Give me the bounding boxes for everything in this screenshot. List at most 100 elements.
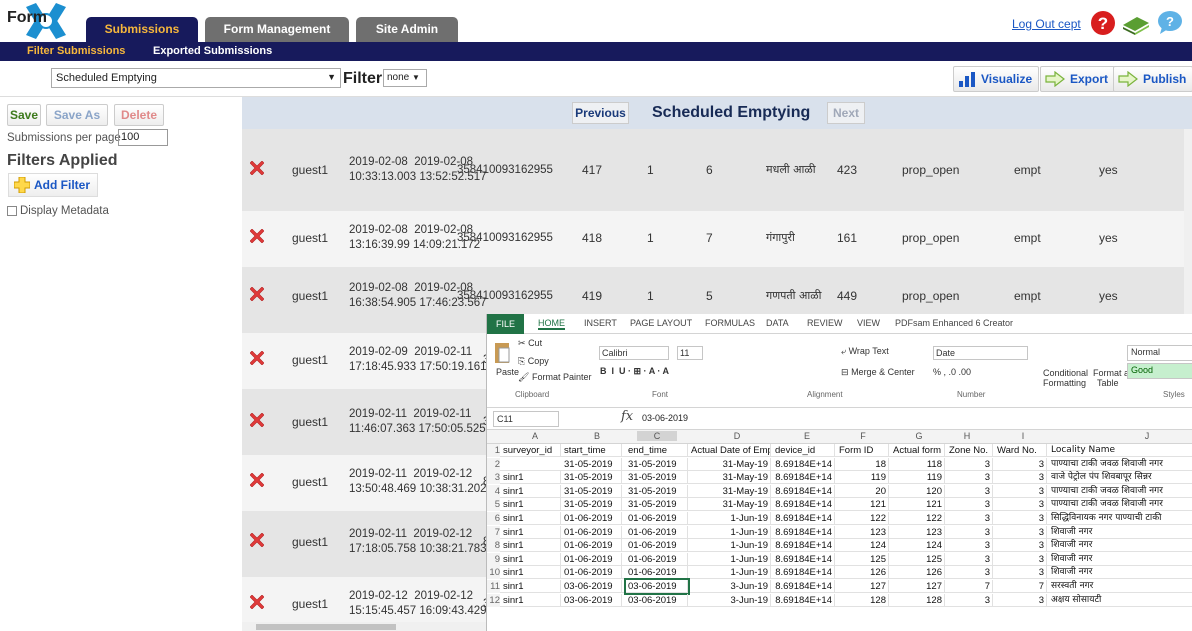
table-row[interactable]: guest1 2019-02-08 2019-02-08 10:33:13.00… bbox=[242, 143, 1192, 199]
excel-tab-view[interactable]: VIEW bbox=[857, 318, 880, 328]
spreadsheet-cell[interactable]: 31-05-2019 bbox=[562, 457, 622, 471]
spreadsheet-cell[interactable]: Actual form bbox=[891, 444, 945, 457]
visualize-button[interactable]: Visualize bbox=[953, 66, 1040, 92]
formula-input[interactable]: 03-06-2019 bbox=[642, 413, 688, 423]
book-icon[interactable] bbox=[1121, 11, 1151, 35]
spreadsheet-cell[interactable]: 127 bbox=[837, 580, 889, 593]
format-painter-button[interactable]: 🖌 Format Painter bbox=[518, 372, 591, 383]
spreadsheet-cell[interactable]: 3 bbox=[995, 525, 1047, 539]
spreadsheet-cell[interactable]: 118 bbox=[891, 457, 945, 471]
tab-site-admin[interactable]: Site Admin bbox=[356, 17, 458, 42]
delete-row-icon[interactable] bbox=[250, 351, 264, 365]
cut-button[interactable]: ✂ Cut bbox=[518, 338, 542, 349]
spreadsheet-cell[interactable]: 31-May-19 bbox=[689, 498, 771, 512]
spreadsheet-cell[interactable]: 3 bbox=[947, 512, 993, 525]
spreadsheet-cell[interactable]: surveyor_id bbox=[501, 444, 561, 457]
name-box[interactable]: C11 bbox=[493, 411, 559, 427]
spreadsheet-cell[interactable]: 3 bbox=[995, 552, 1047, 566]
subnav-exported-submissions[interactable]: Exported Submissions bbox=[153, 45, 272, 57]
filter-select[interactable]: none ▼ bbox=[383, 69, 427, 87]
spreadsheet-cell[interactable]: 8.69184E+14 bbox=[773, 498, 835, 512]
spreadsheet-cell[interactable]: 1-Jun-19 bbox=[689, 525, 771, 539]
spreadsheet-cell[interactable]: 124 bbox=[837, 539, 889, 553]
add-filter-button[interactable]: Add Filter bbox=[8, 173, 98, 197]
spreadsheet-cell[interactable]: पाण्याचा टाकी जवळ शिवाजी नगर bbox=[1049, 498, 1192, 511]
scroll-thumb[interactable] bbox=[256, 624, 396, 630]
spreadsheet-cell[interactable]: sinr1 bbox=[501, 484, 561, 498]
spreadsheet-cell[interactable]: 8.69184E+14 bbox=[773, 580, 835, 593]
delete-row-icon[interactable] bbox=[250, 229, 264, 243]
spreadsheet-cell[interactable]: शिवाजी नगर bbox=[1049, 553, 1192, 566]
excel-tab-insert[interactable]: INSERT bbox=[584, 318, 617, 328]
spreadsheet-cell[interactable]: Actual Date of Emp bbox=[689, 444, 771, 457]
table-row[interactable]: guest1 2019-02-08 2019-02-08 13:16:39.99… bbox=[242, 211, 1192, 267]
spreadsheet-cell[interactable]: सिद्धिविनायक नगर पाण्याची टाकी bbox=[1049, 512, 1192, 525]
spreadsheet-cell[interactable]: 3 bbox=[947, 484, 993, 498]
spreadsheet-cell[interactable]: 123 bbox=[837, 525, 889, 539]
spreadsheet-cell[interactable]: 3 bbox=[995, 566, 1047, 580]
paste-label[interactable]: Paste bbox=[496, 367, 519, 377]
spreadsheet-cell[interactable]: 8.69184E+14 bbox=[773, 593, 835, 607]
col-header[interactable]: A bbox=[515, 431, 555, 441]
spreadsheet-cell[interactable]: 01-06-2019 bbox=[562, 525, 622, 539]
spreadsheet-cell[interactable]: 18 bbox=[837, 457, 889, 471]
copy-button[interactable]: ⎘ Copy bbox=[518, 356, 549, 367]
spreadsheet-cell[interactable]: sinr1 bbox=[501, 498, 561, 512]
tab-form-management[interactable]: Form Management bbox=[205, 17, 349, 42]
help-icon[interactable]: ? bbox=[1090, 10, 1116, 36]
spreadsheet-cell[interactable]: 8.69184E+14 bbox=[773, 539, 835, 553]
spreadsheet-cell[interactable]: 120 bbox=[891, 484, 945, 498]
excel-tab-file[interactable]: FILE bbox=[487, 314, 524, 334]
spreadsheet-cell[interactable]: पाण्याचा टाकी जवळ शिवाजी नगर bbox=[1049, 485, 1192, 498]
spreadsheet-cell[interactable]: Locality Name bbox=[1049, 444, 1192, 457]
form-select[interactable]: Scheduled Emptying ▼ bbox=[51, 68, 341, 88]
spreadsheet-cell[interactable]: sinr1 bbox=[501, 580, 561, 593]
tab-submissions[interactable]: Submissions bbox=[86, 17, 198, 42]
spreadsheet-row[interactable]: 11 sinr1 03-06-2019 03-06-2019 3-Jun-19 8.691… bbox=[487, 578, 1192, 595]
spreadsheet-cell[interactable]: 31-05-2019 bbox=[562, 471, 622, 485]
spreadsheet-cell[interactable]: 01-06-2019 bbox=[562, 512, 622, 525]
number-format-buttons[interactable]: % , .0 .00 bbox=[933, 367, 971, 377]
style-good[interactable]: Good bbox=[1127, 363, 1192, 379]
spreadsheet-cell[interactable]: अक्षय सोसायटी bbox=[1049, 594, 1192, 607]
spreadsheet-row[interactable]: 7 sinr1 01-06-2019 01-06-2019 1-Jun-19 8.6918… bbox=[487, 525, 1192, 539]
spreadsheet-cell[interactable]: शिवाजी नगर bbox=[1049, 539, 1192, 552]
merge-center-button[interactable]: ⊟ Merge & Center bbox=[841, 367, 915, 378]
spreadsheet-cell[interactable]: Zone No. bbox=[947, 444, 993, 457]
font-name-select[interactable]: Calibri bbox=[599, 346, 669, 360]
spreadsheet-cell[interactable]: शिवाजी नगर bbox=[1049, 566, 1192, 579]
spreadsheet-cell[interactable]: 121 bbox=[891, 498, 945, 512]
export-button[interactable]: Export bbox=[1040, 66, 1116, 92]
spreadsheet-cell[interactable]: start_time bbox=[562, 444, 622, 457]
function-icon[interactable]: fx bbox=[621, 409, 633, 424]
spreadsheet-cell[interactable]: sinr1 bbox=[501, 552, 561, 566]
col-header[interactable]: J bbox=[1127, 431, 1167, 441]
spreadsheet-cell[interactable]: 128 bbox=[837, 593, 889, 607]
spreadsheet-cell[interactable]: end_time bbox=[626, 444, 688, 457]
spreadsheet-cell[interactable]: 3 bbox=[947, 593, 993, 607]
spreadsheet-row[interactable]: 10 sinr1 01-06-2019 01-06-2019 1-Jun-19 8.691… bbox=[487, 566, 1192, 580]
publish-button[interactable]: Publish bbox=[1113, 66, 1192, 92]
spreadsheet-cell[interactable]: 3 bbox=[947, 498, 993, 512]
spreadsheet-cell[interactable]: पाण्याचा टाकी जवळ शिवाजी नगर bbox=[1049, 458, 1192, 471]
spreadsheet-cell[interactable]: 3 bbox=[947, 525, 993, 539]
spreadsheet-cell[interactable]: 01-06-2019 bbox=[626, 512, 688, 525]
spreadsheet-cell[interactable]: शिवाजी नगर bbox=[1049, 526, 1192, 539]
spreadsheet-cell[interactable]: 1-Jun-19 bbox=[689, 539, 771, 553]
spreadsheet-cell[interactable]: Form ID bbox=[837, 444, 889, 457]
spreadsheet-cell[interactable]: sinr1 bbox=[501, 539, 561, 553]
spreadsheet-cell[interactable]: 31-05-2019 bbox=[626, 484, 688, 498]
spreadsheet-cell[interactable]: 3 bbox=[995, 457, 1047, 471]
metadata-checkbox[interactable] bbox=[7, 206, 17, 216]
spreadsheet-cell[interactable]: 8.69184E+14 bbox=[773, 484, 835, 498]
excel-tab-formulas[interactable]: FORMULAS bbox=[705, 318, 755, 328]
spreadsheet-cell[interactable]: 8.69184E+14 bbox=[773, 566, 835, 580]
col-header[interactable]: B bbox=[577, 431, 617, 441]
paste-icon[interactable] bbox=[493, 340, 511, 366]
spreadsheet-cell[interactable]: 01-06-2019 bbox=[562, 539, 622, 553]
spreadsheet-cell[interactable]: 122 bbox=[837, 512, 889, 525]
spreadsheet-cell[interactable]: 3 bbox=[947, 471, 993, 485]
spreadsheet-row[interactable]: 12 sinr1 03-06-2019 03-06-2019 3-Jun-19 8.691… bbox=[487, 593, 1192, 607]
spreadsheet-cell[interactable]: 31-05-2019 bbox=[626, 471, 688, 485]
wrap-text-button[interactable]: ⤶ Wrap Text bbox=[841, 346, 889, 357]
